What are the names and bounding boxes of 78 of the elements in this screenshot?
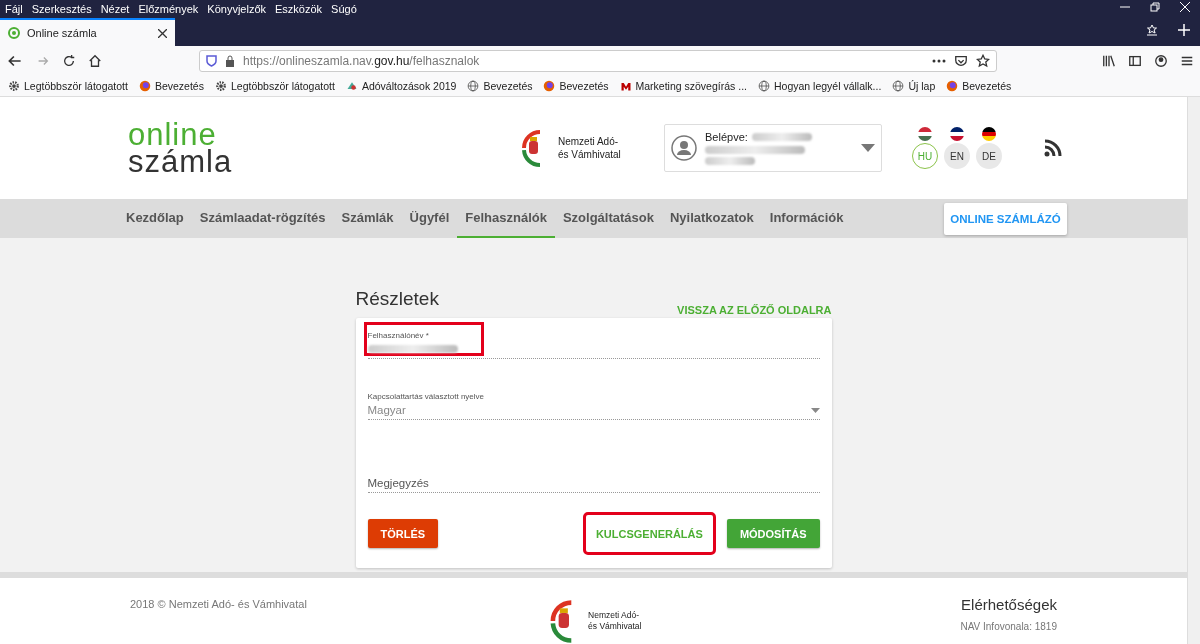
bookmark-item[interactable]: Legtöbbször látogatott — [214, 80, 335, 92]
menu-item[interactable]: Nézet — [100, 3, 130, 15]
browser-logo-icon — [138, 80, 151, 92]
section-title: Részletek — [355, 288, 439, 310]
bookmark-item[interactable]: Marketing szövegírás ... — [619, 80, 747, 92]
bookmark-item[interactable]: Adóváltozások 2019 — [345, 80, 457, 92]
username-field[interactable]: Felhasználónév * — [367, 326, 820, 359]
bookmark-item[interactable]: Hogyan legyél vállalk... — [758, 80, 882, 92]
shield-icon — [206, 55, 217, 67]
site-logo[interactable]: online számla — [128, 121, 518, 175]
nav-tab[interactable]: Számlák — [333, 199, 402, 238]
nav-tab[interactable]: Ügyfél — [401, 199, 458, 238]
flag-icon — [918, 127, 932, 141]
redacted-text — [751, 133, 812, 141]
letter-logo-icon — [619, 80, 632, 92]
menu-icon[interactable] — [1180, 54, 1194, 68]
note-field[interactable]: Megjegyzés — [367, 460, 820, 493]
menu-item[interactable]: Szerkesztés — [31, 3, 92, 15]
action-button[interactable]: TÖRLÉS — [367, 519, 439, 548]
new-tab-icon[interactable] — [1178, 24, 1190, 36]
nav-tab[interactable]: Információk — [761, 199, 852, 238]
pocket-icon[interactable] — [954, 54, 968, 68]
flag-icon — [982, 127, 996, 141]
menu-item[interactable]: Eszközök — [275, 3, 323, 15]
reload-icon[interactable] — [62, 54, 76, 68]
browser-tab[interactable]: Online számla — [0, 18, 175, 46]
account-icon[interactable] — [1154, 54, 1168, 68]
nav-tab[interactable]: Kezdőlap — [118, 199, 192, 238]
caret-icon — [861, 144, 875, 152]
bookmark-item[interactable]: Bevezetés — [138, 80, 204, 92]
language-button[interactable]: EN — [944, 143, 970, 169]
sidebar-icon[interactable] — [1128, 54, 1142, 68]
user-menu[interactable]: Belépve: — [664, 124, 882, 172]
language-button[interactable]: DE — [976, 143, 1002, 169]
globe-icon — [467, 80, 480, 92]
redacted-text — [705, 157, 755, 165]
contact-title: Elérhetőségek — [961, 596, 1057, 613]
globe-icon — [892, 80, 905, 92]
star-tray-icon[interactable] — [1146, 24, 1158, 36]
url-text: https://onlineszamla.nav.gov.hu/felhasznalok — [243, 54, 481, 68]
agency-name: Nemzeti Adó- és Vámhivatal — [558, 135, 621, 161]
user-avatar-icon — [671, 135, 697, 161]
site-favicon-icon — [8, 27, 20, 39]
menu-item[interactable]: Súgó — [331, 3, 357, 15]
gear-icon — [214, 80, 227, 92]
bookmark-item[interactable]: Új lap — [892, 80, 936, 92]
lock-icon — [225, 55, 235, 67]
close-icon[interactable] — [158, 28, 167, 38]
browser-logo-icon — [946, 80, 959, 92]
caret-icon — [810, 407, 820, 413]
site-icon — [345, 80, 358, 92]
menu-item[interactable]: Előzmények — [138, 3, 199, 15]
copyright-text: 2018 © Nemzeti Adó- és Vámhivatal — [130, 598, 308, 612]
menu-item[interactable]: Fájl — [5, 3, 23, 15]
bookmark-item[interactable]: Bevezetés — [543, 80, 609, 92]
bookmark-item[interactable]: Bevezetés — [946, 80, 1012, 92]
gear-icon — [8, 80, 20, 92]
language-select[interactable]: Kapcsolattartás választott nyelve Magyar — [367, 387, 820, 420]
restore-icon[interactable] — [1150, 2, 1160, 12]
rss-icon[interactable] — [1044, 139, 1062, 157]
bookmark-item[interactable]: Bevezetés — [467, 80, 533, 92]
nav-tab[interactable]: Felhasználók — [457, 199, 555, 238]
browser-logo-icon — [543, 80, 556, 92]
more-icon[interactable] — [932, 59, 946, 63]
contact-line: NAV Infovonala: 1819 — [960, 621, 1057, 632]
scrollbar[interactable] — [1187, 97, 1200, 644]
nav-tab[interactable]: Szolgáltatások — [554, 199, 662, 238]
nav-tab[interactable]: Nyilatkozatok — [661, 199, 762, 238]
flag-icon — [950, 127, 964, 141]
menu-item[interactable]: Könyvjelzők — [207, 3, 267, 15]
address-bar[interactable]: https://onlineszamla.nav.gov.hu/felhasznalok — [199, 50, 997, 72]
star-icon[interactable] — [976, 54, 990, 68]
nav-tab[interactable]: Számlaadat-rögzítés — [191, 199, 334, 238]
library-icon[interactable] — [1102, 54, 1116, 68]
home-icon[interactable] — [88, 54, 102, 68]
bookmark-item[interactable]: Legtöbbször látogatott — [8, 80, 128, 92]
agency-name: Nemzeti Adó- és Vámhivatal — [588, 609, 642, 633]
globe-icon — [758, 80, 770, 92]
